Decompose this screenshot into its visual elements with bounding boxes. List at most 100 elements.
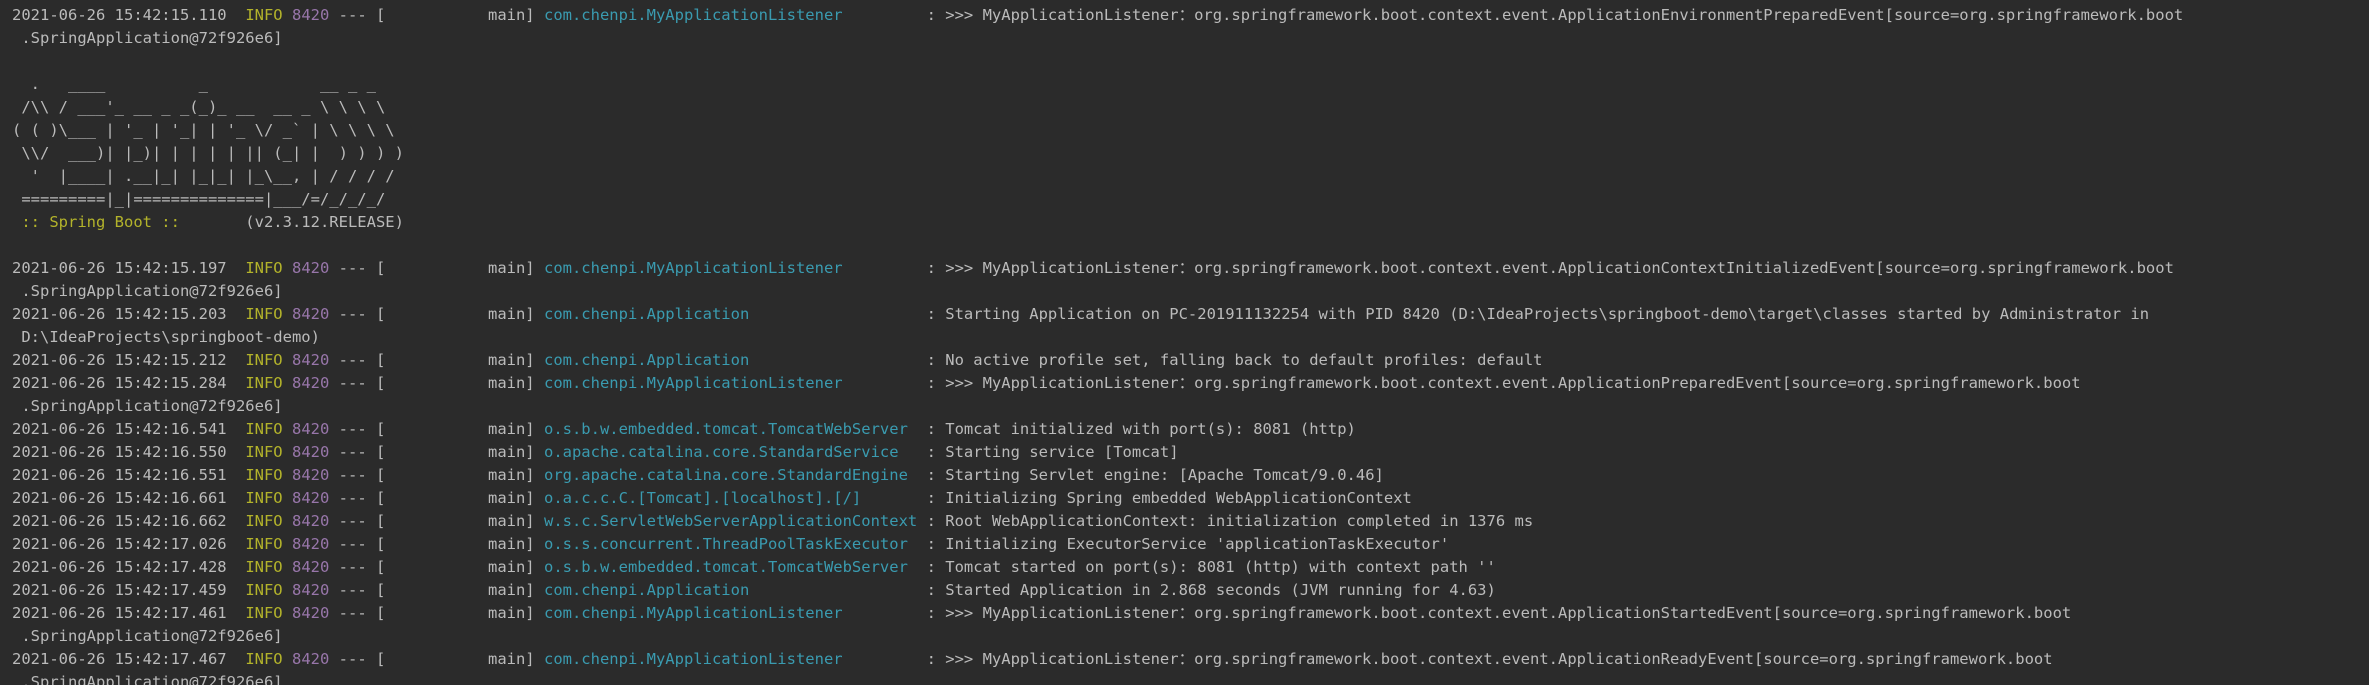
log-level: INFO — [245, 259, 283, 277]
log-thread: [ main] — [376, 650, 535, 668]
log-continuation-text: .SpringApplication@72f926e6] — [12, 282, 283, 300]
log-message: : Tomcat initialized with port(s): 8081 … — [926, 420, 1356, 438]
log-continuation-text: D:\IdeaProjects\springboot-demo) — [12, 328, 320, 346]
log-continuation: .SpringApplication@72f926e6] — [12, 27, 2369, 50]
log-separator: --- — [338, 535, 367, 553]
log-message: : >>> MyApplicationListener：org.springfr… — [926, 374, 2081, 392]
log-level: INFO — [245, 305, 283, 323]
log-timestamp: 2021-06-26 15:42:15.212 — [12, 351, 227, 369]
log-thread: [ main] — [376, 466, 535, 484]
log-separator: --- — [338, 443, 367, 461]
log-level: INFO — [245, 420, 283, 438]
log-thread: [ main] — [376, 512, 535, 530]
log-line: 2021-06-26 15:42:17.026 INFO 8420 --- [ … — [12, 533, 2369, 556]
log-level: INFO — [245, 512, 283, 530]
log-message: : Initializing Spring embedded WebApplic… — [926, 489, 1412, 507]
log-thread: [ main] — [376, 305, 535, 323]
log-line: 2021-06-26 15:42:16.551 INFO 8420 --- [ … — [12, 464, 2369, 487]
log-separator: --- — [338, 351, 367, 369]
log-level: INFO — [245, 558, 283, 576]
log-continuation: .SpringApplication@72f926e6] — [12, 395, 2369, 418]
log-line: 2021-06-26 15:42:15.110 INFO 8420 --- [ … — [12, 4, 2369, 27]
spring-boot-version-line: :: Spring Boot :: (v2.3.12.RELEASE) — [12, 211, 2369, 234]
log-continuation: .SpringApplication@72f926e6] — [12, 625, 2369, 648]
log-thread: [ main] — [376, 604, 535, 622]
log-continuation: D:\IdeaProjects\springboot-demo) — [12, 326, 2369, 349]
log-line: 2021-06-26 15:42:16.541 INFO 8420 --- [ … — [12, 418, 2369, 441]
log-logger: com.chenpi.Application — [543, 581, 750, 599]
log-thread: [ main] — [376, 489, 535, 507]
log-separator: --- — [338, 489, 367, 507]
spring-banner-line: /\\ / ___'_ __ _ _(_)_ __ __ _ \ \ \ \ — [12, 96, 2369, 119]
log-timestamp: 2021-06-26 15:42:17.026 — [12, 535, 227, 553]
log-line: 2021-06-26 15:42:15.203 INFO 8420 --- [ … — [12, 303, 2369, 326]
log-separator: --- — [338, 6, 367, 24]
log-timestamp: 2021-06-26 15:42:17.467 — [12, 650, 227, 668]
log-separator: --- — [338, 581, 367, 599]
log-level: INFO — [245, 535, 283, 553]
log-logger: com.chenpi.MyApplicationListener — [543, 374, 843, 392]
log-continuation: .SpringApplication@72f926e6] — [12, 280, 2369, 303]
log-line: 2021-06-26 15:42:15.212 INFO 8420 --- [ … — [12, 349, 2369, 372]
spring-boot-tag: :: Spring Boot :: — [12, 213, 190, 231]
log-separator: --- — [338, 466, 367, 484]
log-logger: com.chenpi.MyApplicationListener — [543, 6, 843, 24]
console-output[interactable]: 2021-06-26 15:42:15.110 INFO 8420 --- [ … — [0, 0, 2369, 685]
spring-banner-text: ( ( )\___ | '_ | '_| | '_ \/ _` | \ \ \ … — [12, 121, 395, 139]
log-pid: 8420 — [291, 374, 330, 392]
log-line: 2021-06-26 15:42:15.284 INFO 8420 --- [ … — [12, 372, 2369, 395]
log-message: : Initializing ExecutorService 'applicat… — [926, 535, 1450, 553]
log-pid: 8420 — [291, 581, 330, 599]
log-separator: --- — [338, 374, 367, 392]
log-message: : Started Application in 2.868 seconds (… — [926, 581, 1496, 599]
log-level: INFO — [245, 443, 283, 461]
log-thread: [ main] — [376, 351, 535, 369]
log-thread: [ main] — [376, 535, 535, 553]
log-continuation: .SpringApplication@72f926e6] — [12, 671, 2369, 685]
spring-banner-line: ' |____| .__|_| |_|_| |_\__, | / / / / — [12, 165, 2369, 188]
log-separator: --- — [338, 604, 367, 622]
log-separator: --- — [338, 420, 367, 438]
log-continuation-text: .SpringApplication@72f926e6] — [12, 397, 283, 415]
log-message: : >>> MyApplicationListener：org.springfr… — [926, 650, 2053, 668]
log-logger: org.apache.catalina.core.StandardEngine — [543, 466, 908, 484]
spring-banner-line: . ____ _ __ _ _ — [12, 73, 2369, 96]
log-continuation-text: .SpringApplication@72f926e6] — [12, 673, 283, 685]
log-line: 2021-06-26 15:42:16.662 INFO 8420 --- [ … — [12, 510, 2369, 533]
spring-banner-line: \\/ ___)| |_)| | | | | || (_| | ) ) ) ) — [12, 142, 2369, 165]
log-separator: --- — [338, 259, 367, 277]
log-timestamp: 2021-06-26 15:42:17.461 — [12, 604, 227, 622]
log-timestamp: 2021-06-26 15:42:17.459 — [12, 581, 227, 599]
log-line: 2021-06-26 15:42:16.661 INFO 8420 --- [ … — [12, 487, 2369, 510]
log-logger: o.a.c.c.C.[Tomcat].[localhost].[/] — [543, 489, 862, 507]
log-thread: [ main] — [376, 420, 535, 438]
log-timestamp: 2021-06-26 15:42:15.197 — [12, 259, 227, 277]
log-thread: [ main] — [376, 6, 535, 24]
log-pid: 8420 — [291, 604, 330, 622]
log-pid: 8420 — [291, 489, 330, 507]
log-logger: com.chenpi.MyApplicationListener — [543, 259, 843, 277]
log-message: : Tomcat started on port(s): 8081 (http)… — [926, 558, 1496, 576]
log-level: INFO — [245, 604, 283, 622]
log-pid: 8420 — [291, 420, 330, 438]
log-logger: o.s.b.w.embedded.tomcat.TomcatWebServer — [543, 420, 908, 438]
log-timestamp: 2021-06-26 15:42:17.428 — [12, 558, 227, 576]
log-timestamp: 2021-06-26 15:42:16.551 — [12, 466, 227, 484]
log-pid: 8420 — [291, 512, 330, 530]
spring-banner-text: . ____ _ __ _ _ — [12, 75, 376, 93]
log-timestamp: 2021-06-26 15:42:15.284 — [12, 374, 227, 392]
log-message: : Starting Servlet engine: [Apache Tomca… — [926, 466, 1384, 484]
log-line: 2021-06-26 15:42:17.428 INFO 8420 --- [ … — [12, 556, 2369, 579]
log-timestamp: 2021-06-26 15:42:16.541 — [12, 420, 227, 438]
log-separator: --- — [338, 650, 367, 668]
log-logger: o.s.s.concurrent.ThreadPoolTaskExecutor — [543, 535, 908, 553]
log-line: 2021-06-26 15:42:17.461 INFO 8420 --- [ … — [12, 602, 2369, 625]
log-line: 2021-06-26 15:42:17.459 INFO 8420 --- [ … — [12, 579, 2369, 602]
log-level: INFO — [245, 489, 283, 507]
log-level: INFO — [245, 650, 283, 668]
spring-banner-text: ' |____| .__|_| |_|_| |_\__, | / / / / — [12, 167, 395, 185]
log-thread: [ main] — [376, 443, 535, 461]
log-logger: w.s.c.ServletWebServerApplicationContext — [543, 512, 918, 530]
